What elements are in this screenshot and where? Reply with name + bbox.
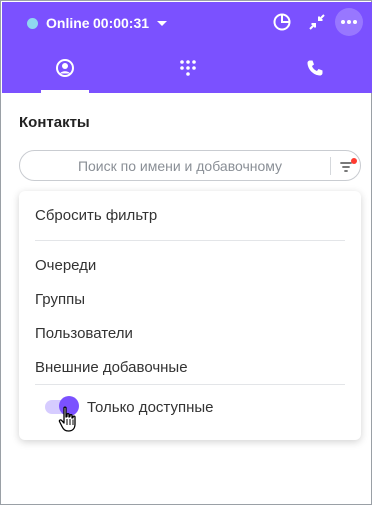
filter-active-badge xyxy=(351,158,357,164)
tab-contacts[interactable] xyxy=(35,50,95,93)
phone-icon xyxy=(307,60,323,76)
more-button[interactable] xyxy=(335,8,363,36)
minimize-icon[interactable] xyxy=(306,11,328,33)
tab-bar xyxy=(2,50,372,93)
status-label[interactable]: Online xyxy=(46,15,90,32)
chart-pie-icon[interactable] xyxy=(271,11,293,33)
search-box xyxy=(19,150,361,181)
search-input[interactable] xyxy=(32,152,328,179)
menu-divider xyxy=(35,240,345,241)
available-only-label[interactable]: Только доступные xyxy=(87,399,213,417)
status-bar: Online 00:00:31 xyxy=(2,2,372,44)
tab-dialpad[interactable] xyxy=(158,50,218,93)
menu-item-users[interactable]: Пользователи xyxy=(35,325,133,343)
active-tab-indicator xyxy=(41,90,89,93)
chevron-down-icon[interactable] xyxy=(157,21,167,26)
search-divider xyxy=(330,157,331,175)
menu-item-external-extensions[interactable]: Внешние добавочные xyxy=(35,359,188,377)
status-timer: 00:00:31 xyxy=(93,15,150,31)
reset-filter-item[interactable]: Сбросить фильтр xyxy=(35,207,157,225)
page-title: Контакты xyxy=(19,114,90,131)
menu-item-groups[interactable]: Группы xyxy=(35,291,85,309)
app-window: Online 00:00:31 Контакты Поиск по имени … xyxy=(0,0,372,505)
user-circle-icon xyxy=(56,59,74,77)
dialpad-icon xyxy=(180,60,196,76)
filter-menu: Сбросить фильтр Очереди Группы Пользоват… xyxy=(19,191,361,440)
status-dot xyxy=(27,18,38,29)
tab-calls[interactable] xyxy=(285,50,345,93)
more-icon xyxy=(341,20,357,24)
menu-divider xyxy=(35,384,345,385)
menu-item-queues[interactable]: Очереди xyxy=(35,257,96,275)
header: Online 00:00:31 xyxy=(2,2,372,93)
filter-button[interactable] xyxy=(336,155,358,177)
hand-cursor-icon xyxy=(58,406,76,432)
